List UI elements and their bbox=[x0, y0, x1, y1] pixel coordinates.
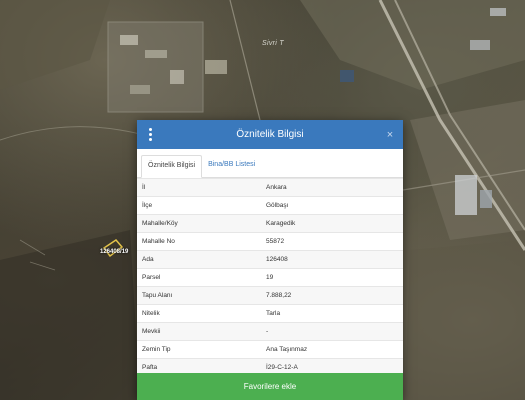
attribute-value: Tarla bbox=[261, 304, 403, 323]
attribute-value: 126408 bbox=[261, 250, 403, 269]
attribute-key: İlçe bbox=[137, 196, 261, 215]
table-row: Zemin Tip Ana Taşınmaz bbox=[137, 340, 403, 359]
table-row: Mahalle/Köy Karagedik bbox=[137, 214, 403, 233]
attribute-value: Gölbaşı bbox=[261, 196, 403, 215]
attribute-key: Zemin Tip bbox=[137, 340, 261, 359]
table-row: Nitelik Tarla bbox=[137, 304, 403, 323]
attribute-key: Mahalle/Köy bbox=[137, 214, 261, 233]
attribute-info-dialog: Öznitelik Bilgisi × Öznitelik Bilgisi Bi… bbox=[137, 120, 403, 400]
attribute-value: 55872 bbox=[261, 232, 403, 251]
vertical-ellipsis-icon[interactable] bbox=[144, 120, 156, 149]
attribute-key: Mevkii bbox=[137, 322, 261, 341]
road-label: Sivri T bbox=[262, 40, 284, 47]
table-row: Mahalle No 55872 bbox=[137, 232, 403, 251]
table-row: Tapu Alanı 7.888,22 bbox=[137, 286, 403, 305]
tab-bar: Öznitelik Bilgisi Bina/BB Listesi bbox=[137, 155, 403, 178]
add-to-favorites-button[interactable]: Favorilere ekle bbox=[137, 373, 403, 400]
dialog-header: Öznitelik Bilgisi × bbox=[137, 120, 403, 149]
attribute-key: Tapu Alanı bbox=[137, 286, 261, 305]
attribute-value: Karagedik bbox=[261, 214, 403, 233]
table-row: Ada 126408 bbox=[137, 250, 403, 269]
table-row: İl Ankara bbox=[137, 178, 403, 197]
attribute-key: İl bbox=[137, 178, 261, 197]
attribute-table: İl Ankara İlçe Gölbaşı Mahalle/Köy Karag… bbox=[137, 178, 403, 377]
tab-building-list[interactable]: Bina/BB Listesi bbox=[202, 155, 261, 177]
attribute-key: Ada bbox=[137, 250, 261, 269]
attribute-value: Ankara bbox=[261, 178, 403, 197]
table-row: Parsel 19 bbox=[137, 268, 403, 287]
close-icon[interactable]: × bbox=[383, 120, 397, 149]
tab-attribute-info[interactable]: Öznitelik Bilgisi bbox=[141, 155, 203, 178]
parcel-label[interactable]: 126408/19 bbox=[100, 249, 128, 255]
attribute-key: Mahalle No bbox=[137, 232, 261, 251]
table-row: İlçe Gölbaşı bbox=[137, 196, 403, 215]
table-row: Mevkii - bbox=[137, 322, 403, 341]
attribute-value: 19 bbox=[261, 268, 403, 287]
attribute-value: 7.888,22 bbox=[261, 286, 403, 305]
attribute-value: Ana Taşınmaz bbox=[261, 340, 403, 359]
attribute-value: - bbox=[261, 322, 403, 341]
attribute-key: Nitelik bbox=[137, 304, 261, 323]
dialog-title: Öznitelik Bilgisi bbox=[236, 129, 304, 140]
attribute-key: Parsel bbox=[137, 268, 261, 287]
